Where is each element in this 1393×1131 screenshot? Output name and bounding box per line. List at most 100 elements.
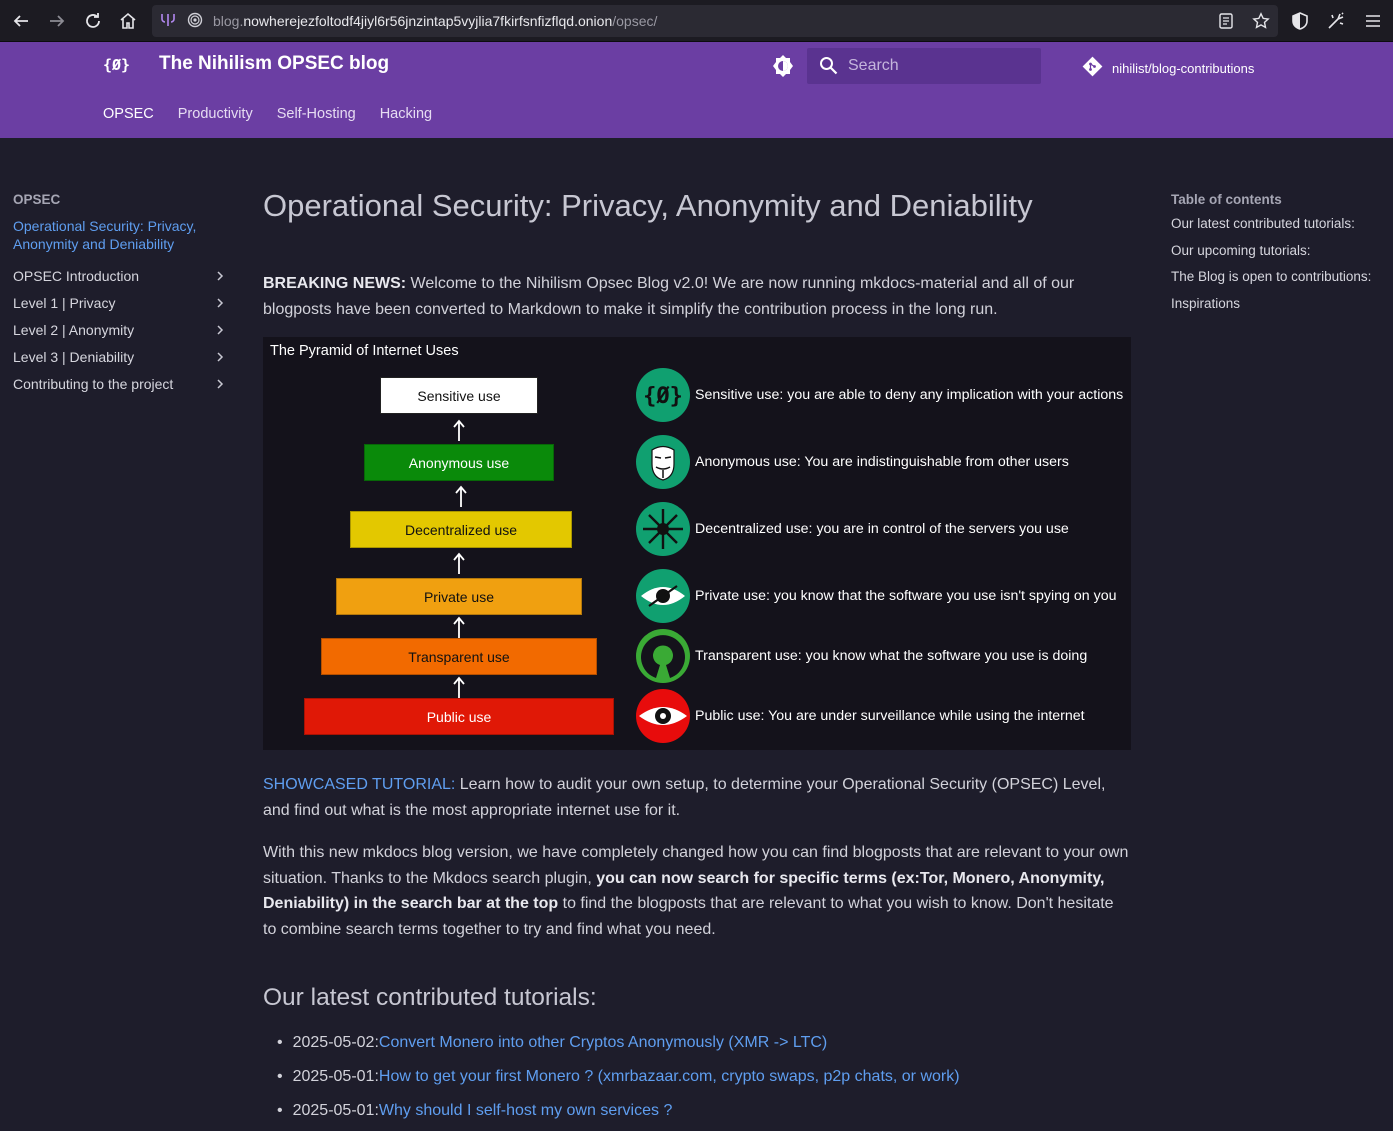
list-item: 2025-05-01: How to get your first Monero… xyxy=(277,1068,960,1102)
chevron-right-icon xyxy=(217,324,224,335)
legend-row-transparent: Transparent use: you know what the softw… xyxy=(635,628,1087,684)
onion-icon[interactable] xyxy=(187,12,203,31)
sidebar-item-label: Contributing to the project xyxy=(13,375,174,392)
sidebar-item-level-1[interactable]: Level 1 | Privacy xyxy=(13,289,225,316)
tier-private: Private use xyxy=(336,578,582,615)
back-icon[interactable] xyxy=(7,7,35,35)
sidebar-item-label: Level 1 | Privacy xyxy=(13,294,116,311)
surveillance-eye-icon xyxy=(636,689,690,743)
tab-productivity[interactable]: Productivity xyxy=(178,106,253,122)
main-content: Operational Security: Privacy, Anonymity… xyxy=(263,188,1131,318)
reader-view-icon[interactable] xyxy=(1218,12,1234,33)
sidebar-item-opsec-introduction[interactable]: OPSEC Introduction xyxy=(13,262,225,289)
tutorial-date: 2025-05-02: xyxy=(292,1034,379,1051)
toc-item-open-contributions[interactable]: The Blog is open to contributions: xyxy=(1171,269,1386,296)
sidebar-nav: OPSEC Operational Security: Privacy, Ano… xyxy=(13,192,225,397)
legend-text: Anonymous use: You are indistinguishable… xyxy=(695,454,1069,470)
chevron-right-icon xyxy=(217,270,224,281)
search-input[interactable] xyxy=(848,57,1028,75)
tutorial-link[interactable]: Convert Monero into other Cryptos Anonym… xyxy=(379,1034,827,1068)
tutorial-date: 2025-05-01: xyxy=(292,1102,379,1119)
tab-self-hosting[interactable]: Self-Hosting xyxy=(277,106,356,122)
search-box[interactable] xyxy=(807,48,1041,84)
new-identity-icon[interactable] xyxy=(1326,11,1346,35)
sidebar-title: OPSEC xyxy=(13,192,61,207)
repo-label: nihilist/blog-contributions xyxy=(1112,60,1255,76)
repo-link[interactable]: nihilist/blog-contributions xyxy=(1082,56,1254,80)
tier-anonymous: Anonymous use xyxy=(364,444,554,481)
table-of-contents: Table of contents Our latest contributed… xyxy=(1171,192,1386,322)
forward-icon[interactable] xyxy=(43,7,71,35)
list-item: 2025-05-01: Why should I self-host my ow… xyxy=(277,1102,960,1131)
page-title: Operational Security: Privacy, Anonymity… xyxy=(263,188,1033,223)
tier-sensitive: Sensitive use xyxy=(380,377,538,414)
sidebar-item-contributing[interactable]: Contributing to the project xyxy=(13,370,225,397)
sidebar-item-label: OPSEC Introduction xyxy=(13,267,140,284)
browser-toolbar: blog.nowherejezfoltodf4jiyl6r56jnzintap5… xyxy=(0,0,1393,42)
site-title[interactable]: The Nihilism OPSEC blog xyxy=(159,53,389,75)
chevron-right-icon xyxy=(217,351,224,362)
tab-opsec[interactable]: OPSEC xyxy=(103,106,154,122)
arrow-up-icon xyxy=(453,676,465,698)
open-source-icon xyxy=(636,629,690,683)
list-item: 2025-05-02: Convert Monero into other Cr… xyxy=(277,1034,960,1068)
guy-fawkes-mask-icon xyxy=(636,435,690,489)
search-icon[interactable] xyxy=(819,56,838,79)
svg-text:{Ø}: {Ø} xyxy=(643,384,683,409)
tier-decentralized: Decentralized use xyxy=(350,511,572,548)
tutorial-list: 2025-05-02: Convert Monero into other Cr… xyxy=(277,1034,960,1131)
legend-text: Sensitive use: you are able to deny any … xyxy=(695,387,1124,403)
arrow-up-icon xyxy=(453,616,465,638)
arrow-up-icon xyxy=(453,419,465,441)
showcase-link[interactable]: SHOWCASED TUTORIAL: xyxy=(263,776,455,793)
tutorial-link[interactable]: How to get your first Monero ? (xmrbazaa… xyxy=(379,1068,960,1102)
section-title-latest-tutorials: Our latest contributed tutorials: xyxy=(263,984,597,1011)
url-bar[interactable]: blog.nowherejezfoltodf4jiyl6r56jnzintap5… xyxy=(152,5,1278,37)
legend-row-public: Public use: You are under surveillance w… xyxy=(635,688,1085,744)
showcase-paragraph: SHOWCASED TUTORIAL: Learn how to audit y… xyxy=(263,772,1131,824)
menu-icon[interactable] xyxy=(1364,12,1382,34)
breaking-news-label: BREAKING NEWS: xyxy=(263,275,407,292)
sidebar-item-active[interactable]: Operational Security: Privacy, Anonymity… xyxy=(13,217,225,253)
bookmark-star-icon[interactable] xyxy=(1252,12,1270,33)
sidebar-item-label: Level 2 | Anonymity xyxy=(13,321,135,338)
breaking-news-paragraph: BREAKING NEWS: Welcome to the Nihilism O… xyxy=(263,271,1131,323)
sidebar-item-level-3[interactable]: Level 3 | Deniability xyxy=(13,343,225,370)
legend-row-private: Private use: you know that the software … xyxy=(635,568,1116,624)
url-text: blog.nowherejezfoltodf4jiyl6r56jnzintap5… xyxy=(213,13,658,29)
tor-circuit-icon[interactable] xyxy=(159,11,177,32)
reload-icon[interactable] xyxy=(79,7,107,35)
shield-icon[interactable] xyxy=(1290,11,1310,35)
tier-transparent: Transparent use xyxy=(321,638,597,675)
toc-item-latest-tutorials[interactable]: Our latest contributed tutorials: xyxy=(1171,216,1386,243)
arrow-up-icon xyxy=(453,552,465,574)
tutorial-date: 2025-05-01: xyxy=(292,1068,379,1085)
figure-title: The Pyramid of Internet Uses xyxy=(270,343,459,359)
tutorial-link[interactable]: Why should I self-host my own services ? xyxy=(379,1102,672,1131)
legend-text: Private use: you know that the software … xyxy=(695,588,1117,604)
toc-title: Table of contents xyxy=(1171,192,1282,207)
tier-public: Public use xyxy=(304,698,614,735)
nihilism-logo-icon: {Ø} xyxy=(636,368,690,422)
legend-row-sensitive: {Ø} Sensitive use: you are able to deny … xyxy=(635,367,1123,423)
legend-text: Decentralized use: you are in control of… xyxy=(695,521,1069,537)
chevron-right-icon xyxy=(217,297,224,308)
theme-toggle-icon[interactable] xyxy=(771,54,795,78)
git-icon xyxy=(1082,56,1103,80)
sidebar-item-level-2[interactable]: Level 2 | Anonymity xyxy=(13,316,225,343)
home-icon[interactable] xyxy=(114,7,142,35)
legend-row-anonymous: Anonymous use: You are indistinguishable… xyxy=(635,434,1069,490)
legend-text: Public use: You are under surveillance w… xyxy=(695,708,1085,724)
pyramid-figure: The Pyramid of Internet Uses Sensitive u… xyxy=(263,337,1131,750)
arrow-up-icon xyxy=(455,485,467,507)
tab-hacking[interactable]: Hacking xyxy=(380,106,432,122)
legend-text: Transparent use: you know what the softw… xyxy=(695,648,1088,664)
chevron-right-icon xyxy=(217,378,224,389)
site-header: {Ø} The Nihilism OPSEC blog nihilist/blo… xyxy=(0,42,1393,138)
toc-item-upcoming-tutorials[interactable]: Our upcoming tutorials: xyxy=(1171,243,1386,270)
sidebar-item-label: Level 3 | Deniability xyxy=(13,348,135,365)
legend-row-decentralized: Decentralized use: you are in control of… xyxy=(635,501,1069,557)
chaos-star-icon xyxy=(636,502,690,556)
site-logo[interactable]: {Ø} xyxy=(103,56,130,74)
toc-item-inspirations[interactable]: Inspirations xyxy=(1171,296,1386,323)
